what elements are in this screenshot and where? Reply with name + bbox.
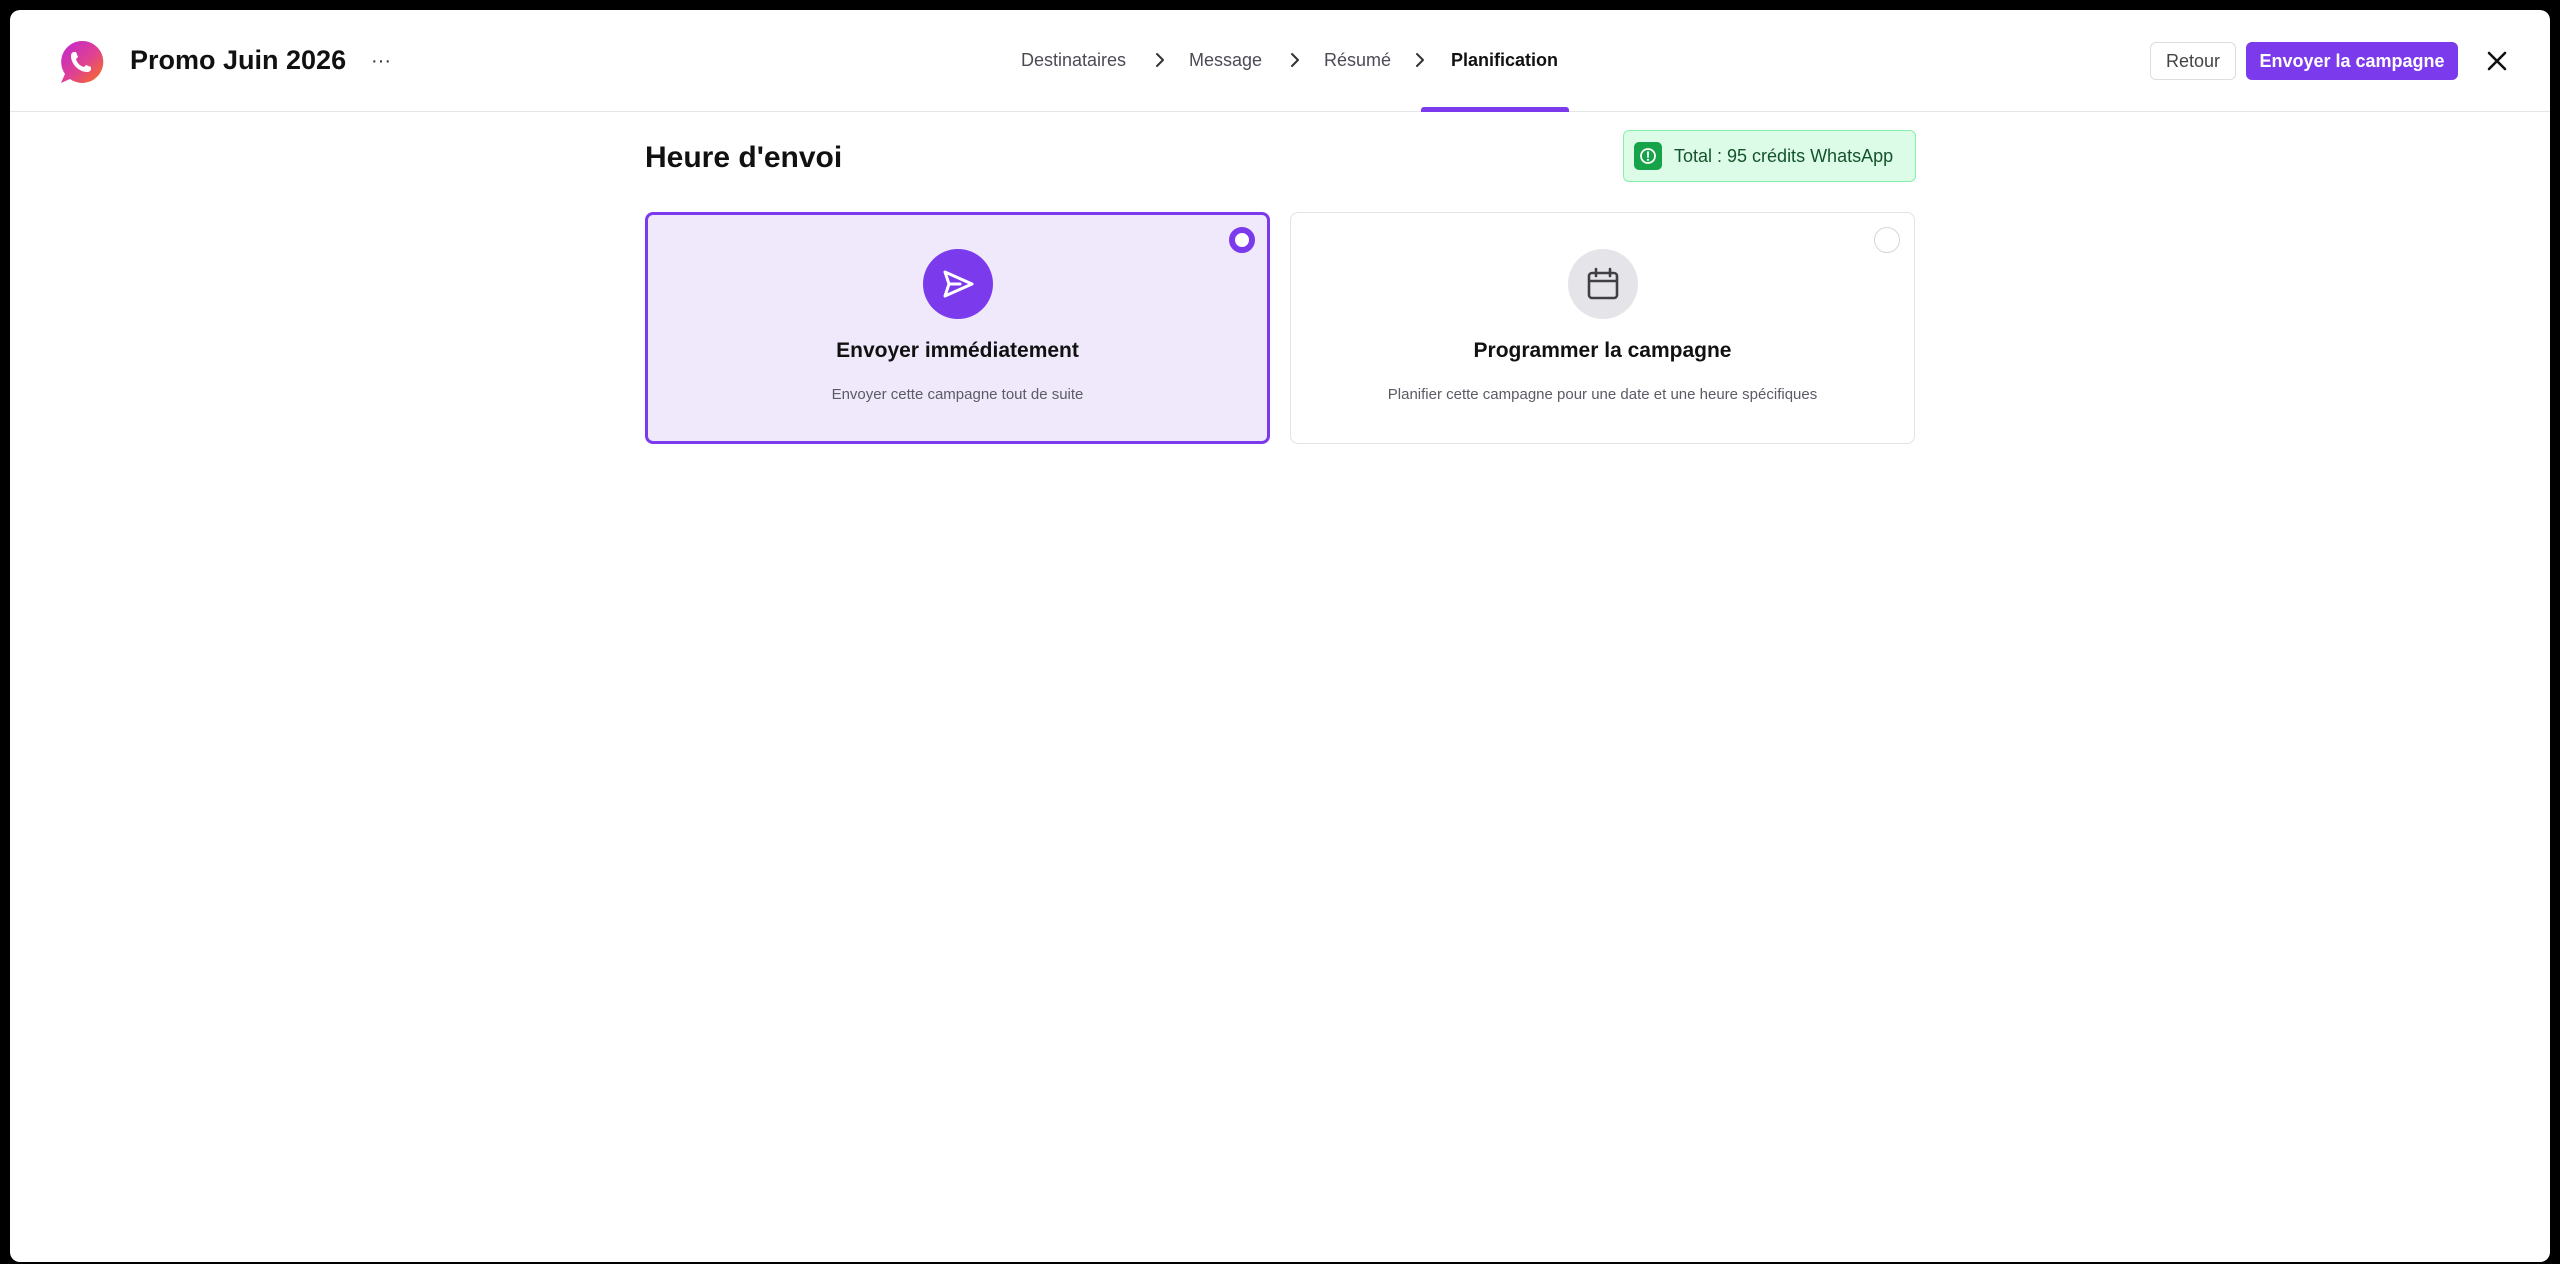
info-icon [1634,142,1662,170]
step-destinataires[interactable]: Destinataires [1021,48,1126,72]
credits-text: Total : 95 crédits WhatsApp [1674,145,1894,166]
option-description: Planifier cette campagne pour une date e… [1387,386,1818,403]
option-description: Envoyer cette campagne tout de suite [831,386,1084,403]
option-send-now[interactable]: Envoyer immédiatement Envoyer cette camp… [645,212,1270,444]
radio-schedule[interactable] [1874,227,1900,253]
chevron-right-icon [1156,53,1164,67]
chevron-right-icon [1416,53,1424,67]
chevron-right-icon [1291,53,1299,67]
credits-badge: Total : 95 crédits WhatsApp [1623,130,1916,182]
option-schedule[interactable]: Programmer la campagne Planifier cette c… [1290,212,1915,444]
header-bar: Promo Juin 2026 ··· Destinataires Messag… [10,10,2550,112]
step-planification[interactable]: Planification [1451,48,1558,72]
send-icon [922,249,993,319]
option-title: Envoyer immédiatement [836,339,1079,362]
send-campaign-button[interactable]: Envoyer la campagne [2246,42,2458,80]
radio-send-now[interactable] [1229,227,1255,253]
back-button[interactable]: Retour [2150,42,2236,80]
section-title: Heure d'envoi [645,141,843,174]
close-icon[interactable] [2484,48,2510,74]
calendar-icon [1567,249,1638,319]
active-step-indicator [1421,107,1569,112]
step-message[interactable]: Message [1189,48,1262,72]
option-title: Programmer la campagne [1473,339,1732,362]
campaign-editor-window: Promo Juin 2026 ··· Destinataires Messag… [10,10,2550,1262]
step-resume[interactable]: Résumé [1324,48,1391,72]
